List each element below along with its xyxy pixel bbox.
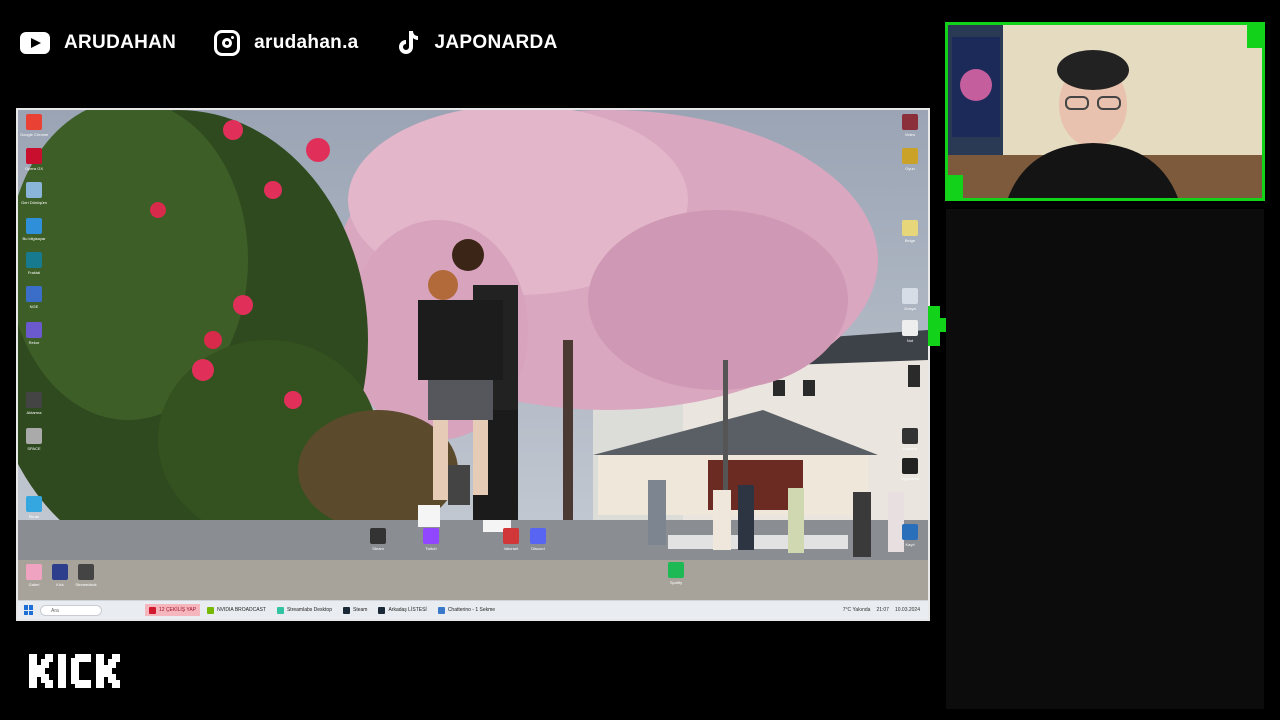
- desktop-icon-label: Uygulama: [900, 476, 919, 481]
- desktop-icon-label: Oyun: [905, 166, 915, 171]
- desktop-icon-right-4[interactable]: Not: [902, 320, 918, 343]
- desktop-icon-left-6[interactable]: Rekor: [26, 322, 42, 345]
- instagram-handle: arudahan.a: [254, 32, 359, 53]
- desktop-icon-label: Geri Dönüşüm: [21, 200, 47, 205]
- desktop-icon-label: Dosya: [904, 306, 916, 311]
- desktop-icon-label: Steam: [372, 546, 384, 551]
- desktop-icon-right-3[interactable]: Dosya: [902, 288, 918, 311]
- desktop-icon-label: Not: [906, 338, 914, 343]
- desktop-icon-right-6[interactable]: Uygulama: [901, 458, 919, 481]
- taskbar-app-4[interactable]: Arkadaş LİSTESİ: [374, 604, 430, 616]
- taskbar-app-icon: [149, 606, 156, 614]
- desktop-icon-label: Rekor: [28, 340, 40, 345]
- windows-start-icon[interactable]: [24, 605, 34, 615]
- weather-readout[interactable]: 7°C Yakında: [843, 607, 871, 613]
- desktop-icon-left-7[interactable]: Aktarma: [26, 392, 42, 415]
- desktop-icon-right-2[interactable]: Belge: [902, 220, 918, 243]
- taskbar-app-3[interactable]: Steam: [339, 604, 371, 616]
- desktop-icon-label: Google Chrome: [20, 132, 48, 137]
- desktop-icon-label: NGE: [29, 304, 39, 309]
- taskbar-app-label: Arkadaş LİSTESİ: [388, 607, 427, 613]
- taskbar-app-0[interactable]: 12 ÇEKİLİŞ YAP: [145, 604, 201, 616]
- desktop-icon-left-2[interactable]: Geri Dönüşüm: [21, 182, 47, 205]
- kick-logo: [29, 654, 120, 688]
- desktop-icon-label: Discord: [531, 546, 545, 551]
- taskbar-app-icon: [378, 606, 386, 614]
- youtube-link[interactable]: ARUDAHAN: [20, 32, 176, 54]
- desktop-icon-label: Kamera: [902, 446, 917, 451]
- taskbar-app-label: Chatterino - 1 Sekme: [447, 607, 496, 613]
- taskbar-search-input[interactable]: Ara: [40, 604, 102, 616]
- desktop-icon-left-4[interactable]: Fraktal: [26, 252, 42, 275]
- desktop-icon-label: Aktarma: [26, 410, 42, 415]
- youtube-icon: [20, 32, 50, 54]
- desktop-icon-bottom-7[interactable]: Spotify: [668, 562, 684, 585]
- taskbar-app-label: NVIDIA BROADCAST: [217, 607, 266, 613]
- cam-corner-bl: [948, 175, 963, 198]
- desktop-icon-bottom-3[interactable]: Steam: [370, 528, 386, 551]
- taskbar-app-icon: [276, 606, 284, 614]
- desktop-icon-left-5[interactable]: NGE: [26, 286, 42, 309]
- desktop-icon-bottom-6[interactable]: Discord: [530, 528, 546, 551]
- desktop-icon-label: Ekran: [28, 514, 40, 519]
- desktop-icon-label: Spotify: [669, 580, 683, 585]
- taskbar-app-label: 12 ÇEKİLİŞ YAP: [159, 607, 197, 613]
- desktop-icon-label: Bu bilgisayar: [22, 236, 46, 241]
- tiktok-link[interactable]: JAPONARDA: [397, 30, 558, 56]
- taskbar: Ara 12 ÇEKİLİŞ YAP NVIDIA BROADCAST Stream…: [18, 600, 928, 619]
- desktop-icon-label: Streamdeck: [75, 582, 97, 587]
- desktop-icon-right-0[interactable]: Video: [902, 114, 918, 137]
- desktop-icon-right-1[interactable]: Oyun: [902, 148, 918, 171]
- desktop-icon-label: Video: [904, 132, 916, 137]
- taskbar-app-2[interactable]: Streamlabs Desktop: [273, 604, 336, 616]
- taskbar-app-5[interactable]: Chatterino - 1 Sekme: [434, 604, 499, 616]
- desktop-capture: Google Chrome Opera GX Geri Dönüşüm Bu bilg…: [16, 108, 930, 621]
- webcam-frame: [945, 22, 1265, 201]
- webcam-feed: [948, 25, 1262, 198]
- desktop-icon-left-8[interactable]: SPACE: [26, 428, 42, 451]
- desktop-icon-right-5[interactable]: Kamera: [902, 428, 918, 451]
- taskbar-app-icon: [343, 606, 350, 614]
- cam-corner-tr: [1247, 25, 1262, 48]
- taskbar-apps: 12 ÇEKİLİŞ YAP NVIDIA BROADCAST Streamlabs…: [142, 604, 499, 616]
- desktop-icon-bottom-2[interactable]: Streamdeck: [75, 564, 97, 587]
- desktop-icon-label: Galeri: [28, 582, 40, 587]
- instagram-link[interactable]: arudahan.a: [214, 30, 358, 56]
- taskbar-app-label: Steam: [353, 607, 368, 613]
- taskbar-app-icon: [207, 606, 215, 614]
- taskbar-app-1[interactable]: NVIDIA BROADCAST: [203, 604, 270, 616]
- desktop-icon-label: SPACE: [27, 446, 41, 451]
- desktop-icon-right-7[interactable]: Kayıt: [902, 524, 918, 547]
- taskbar-app-icon: [437, 606, 445, 614]
- tiktok-icon: [397, 30, 421, 56]
- desktop-icon-left-1[interactable]: Opera GX: [25, 148, 43, 171]
- tiktok-handle: JAPONARDA: [434, 32, 558, 53]
- desktop-icon-left-9[interactable]: Ekran: [26, 496, 42, 519]
- desktop-icon-left-0[interactable]: Google Chrome: [20, 114, 48, 137]
- instagram-icon: [214, 30, 241, 56]
- desktop-icon-label: Opera GX: [24, 166, 43, 171]
- system-tray: 7°C Yakında 21:07 10.03.2024: [837, 607, 928, 613]
- right-side-panel: [946, 209, 1264, 709]
- desktop-icon-label: Kick: [56, 582, 64, 587]
- desktop-icon-label: Fraktal: [27, 270, 41, 275]
- desktop-icon-label: Belge: [904, 238, 916, 243]
- desktop-icon-bottom-1[interactable]: Kick: [52, 564, 68, 587]
- desktop-icon-bottom-5[interactable]: Valorant: [503, 528, 519, 551]
- desktop-icon-bottom-0[interactable]: Galeri: [26, 564, 42, 587]
- desktop-icon-left-3[interactable]: Bu bilgisayar: [23, 218, 45, 241]
- desktop-icon-label: Twitch: [425, 546, 437, 551]
- clock-time[interactable]: 21:07: [876, 607, 889, 613]
- clock-date[interactable]: 10.03.2024: [895, 607, 920, 613]
- desktop-icon-label: Kayıt: [905, 542, 915, 547]
- social-bar: ARUDAHAN arudahan.a JAPONARDA: [20, 26, 596, 60]
- desktop-wallpaper: [18, 110, 928, 601]
- youtube-handle: ARUDAHAN: [64, 32, 177, 53]
- desktop-icon-bottom-4[interactable]: Twitch: [423, 528, 439, 551]
- desktop-icon-label: Valorant: [503, 546, 519, 551]
- taskbar-app-label: Streamlabs Desktop: [286, 607, 332, 613]
